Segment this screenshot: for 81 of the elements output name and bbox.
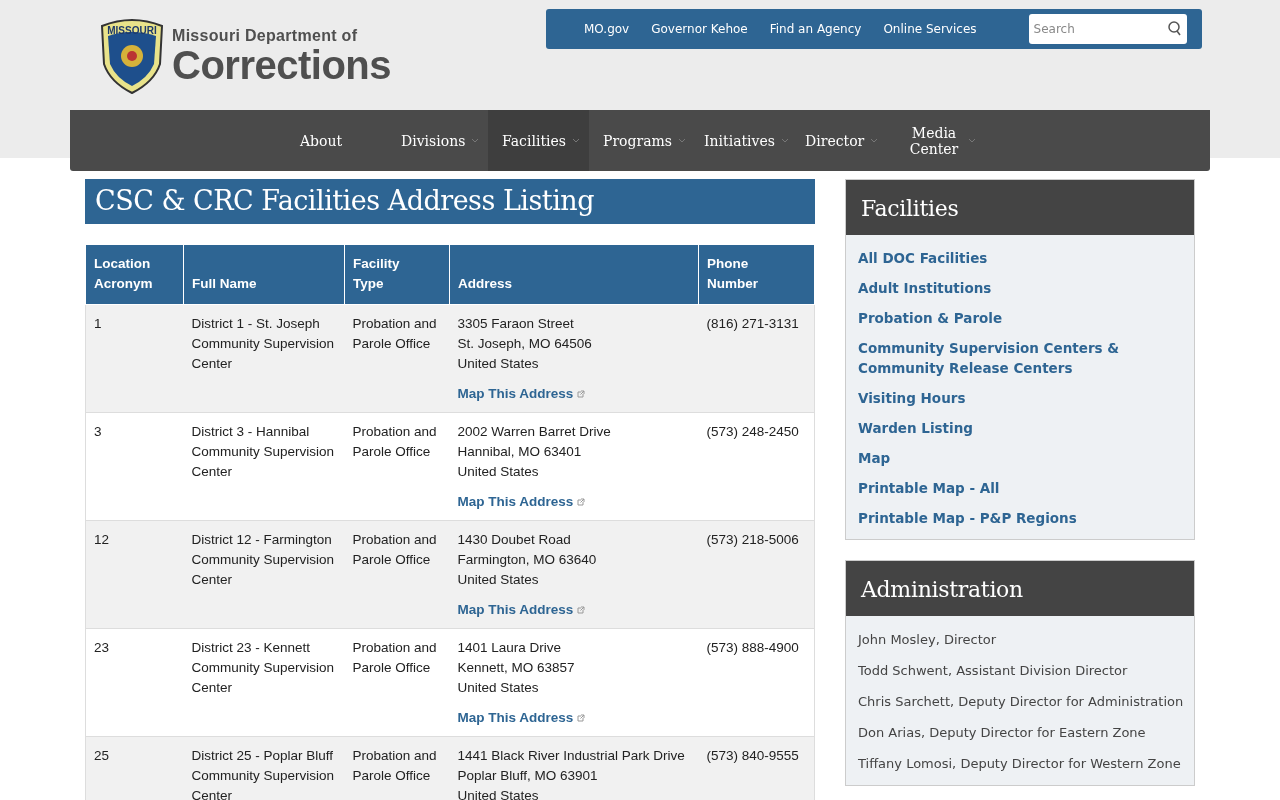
address-line: United States [457,463,540,481]
sidebar-link[interactable]: Probation & Parole [858,308,1003,328]
utility-link[interactable]: Online Services [883,22,977,36]
table-cell: Probation and Parole Office [344,520,450,629]
table-cell: (573) 888-4900 [698,628,815,737]
panel-title: Facilities [846,180,1194,235]
utility-link[interactable]: Governor Kehoe [651,22,748,36]
sidebar-link[interactable]: All DOC Facilities [858,248,988,268]
external-link-icon [577,390,586,398]
table-cell: Probation and Parole Office [344,412,450,521]
logo-badge: MISSOURI [98,18,166,94]
panel-title: Administration [846,561,1194,616]
staff-entry: Chris Sarchett, Deputy Director for Administration [858,694,1184,709]
column-header: Address [449,244,699,305]
staff-entry: Tiffany Lomosi, Deputy Director for Western Zone [858,756,1181,771]
table-cell: District 12 - Farmington Community Supervision Center [183,520,345,629]
table-cell: District 25 - Poplar Bluff Community Supervision Center [183,736,345,800]
nav-tab[interactable]: About [286,110,387,171]
nav-tab[interactable]: Programs [589,110,690,171]
table-cell: District 23 - Kennett Community Supervision Center [183,628,345,737]
staff-entry: John Mosley, Director [858,632,997,647]
table-cell: (573) 248-2450 [698,412,815,521]
table-cell: 23 [85,628,184,737]
map-link[interactable]: Map This Address [457,600,586,620]
staff-entry: Todd Schwent, Assistant Division Director [858,663,1128,678]
table-cell: Probation and Parole Office [344,304,450,413]
map-link[interactable]: Map This Address [457,708,586,728]
column-header: Facility Type [344,244,450,305]
sidebar-link[interactable]: Visiting Hours [858,388,966,408]
logo-wordmark: Corrections [172,45,391,85]
address-line: United States [457,571,540,589]
nav-tab[interactable]: Director [791,110,892,171]
sidebar-link[interactable]: Printable Map - All [858,478,1000,498]
table-cell: (573) 218-5006 [698,520,815,629]
column-header: Phone Number [698,244,815,305]
search-icon [1166,21,1181,36]
column-header: Location Acronym [85,244,184,305]
sidebar-link[interactable]: Community Supervision Centers & Community Release Centers [858,338,1184,378]
table-cell: Probation and Parole Office [344,628,450,737]
address-line: Poplar Bluff, MO 63901 [457,767,599,785]
search-field[interactable]: Search [1028,14,1187,44]
external-link-icon [577,498,586,506]
address-line: St. Joseph, MO 64506 [457,335,593,353]
table-cell: Probation and Parole Office [344,736,450,800]
table-cell: 25 [85,736,184,800]
address-line: United States [457,787,540,800]
utility-link[interactable]: Find an Agency [769,22,862,36]
external-link-icon [577,606,586,614]
sidebar-link[interactable]: Adult Institutions [858,278,992,298]
table-cell: District 1 - St. Joseph Community Supervision Center [183,304,345,413]
address-line: Farmington, MO 63640 [457,551,598,569]
address-line: 1430 Doubet Road [457,531,572,549]
utility-link[interactable]: MO.gov [584,22,630,36]
address-line: United States [457,679,540,697]
table-cell: (573) 840-9555 [698,736,815,800]
nav-tab[interactable]: Facilities [488,110,589,171]
address-line: 1441 Black River Industrial Park Drive [457,747,686,765]
nav-tab[interactable]: Divisions [387,110,488,171]
table-cell: (816) 271-3131 [698,304,815,413]
table-cell: 12 [85,520,184,629]
address-line: 1401 Laura Drive [457,639,563,657]
address-line: Kennett, MO 63857 [457,659,576,677]
sidebar-link[interactable]: Printable Map - P&P Regions [858,508,1077,528]
table-cell: 3 [85,412,184,521]
sidebar-link[interactable]: Map [858,448,891,468]
address-line: 2002 Warren Barret Drive [457,423,612,441]
address-line: Hannibal, MO 63401 [457,443,583,461]
table-cell: District 3 - Hannibal Community Supervision Center [183,412,345,521]
address-line: 3305 Faraon Street [457,315,575,333]
sidebar-link[interactable]: Warden Listing [858,418,973,438]
table-cell: 1 [85,304,184,413]
map-link[interactable]: Map This Address [457,492,586,512]
logo-title: Missouri Department of [172,27,359,45]
map-link[interactable]: Map This Address [457,384,586,404]
staff-entry: Don Arias, Deputy Director for Eastern Zone [858,725,1146,740]
nav-tab[interactable]: Initiatives [690,110,791,171]
nav-tab[interactable]: Media Center [892,110,993,171]
page-title: CSC & CRC Facilities Address Listing [85,179,815,224]
address-line: United States [457,355,540,373]
column-header: Full Name [183,244,345,305]
external-link-icon [577,714,586,722]
